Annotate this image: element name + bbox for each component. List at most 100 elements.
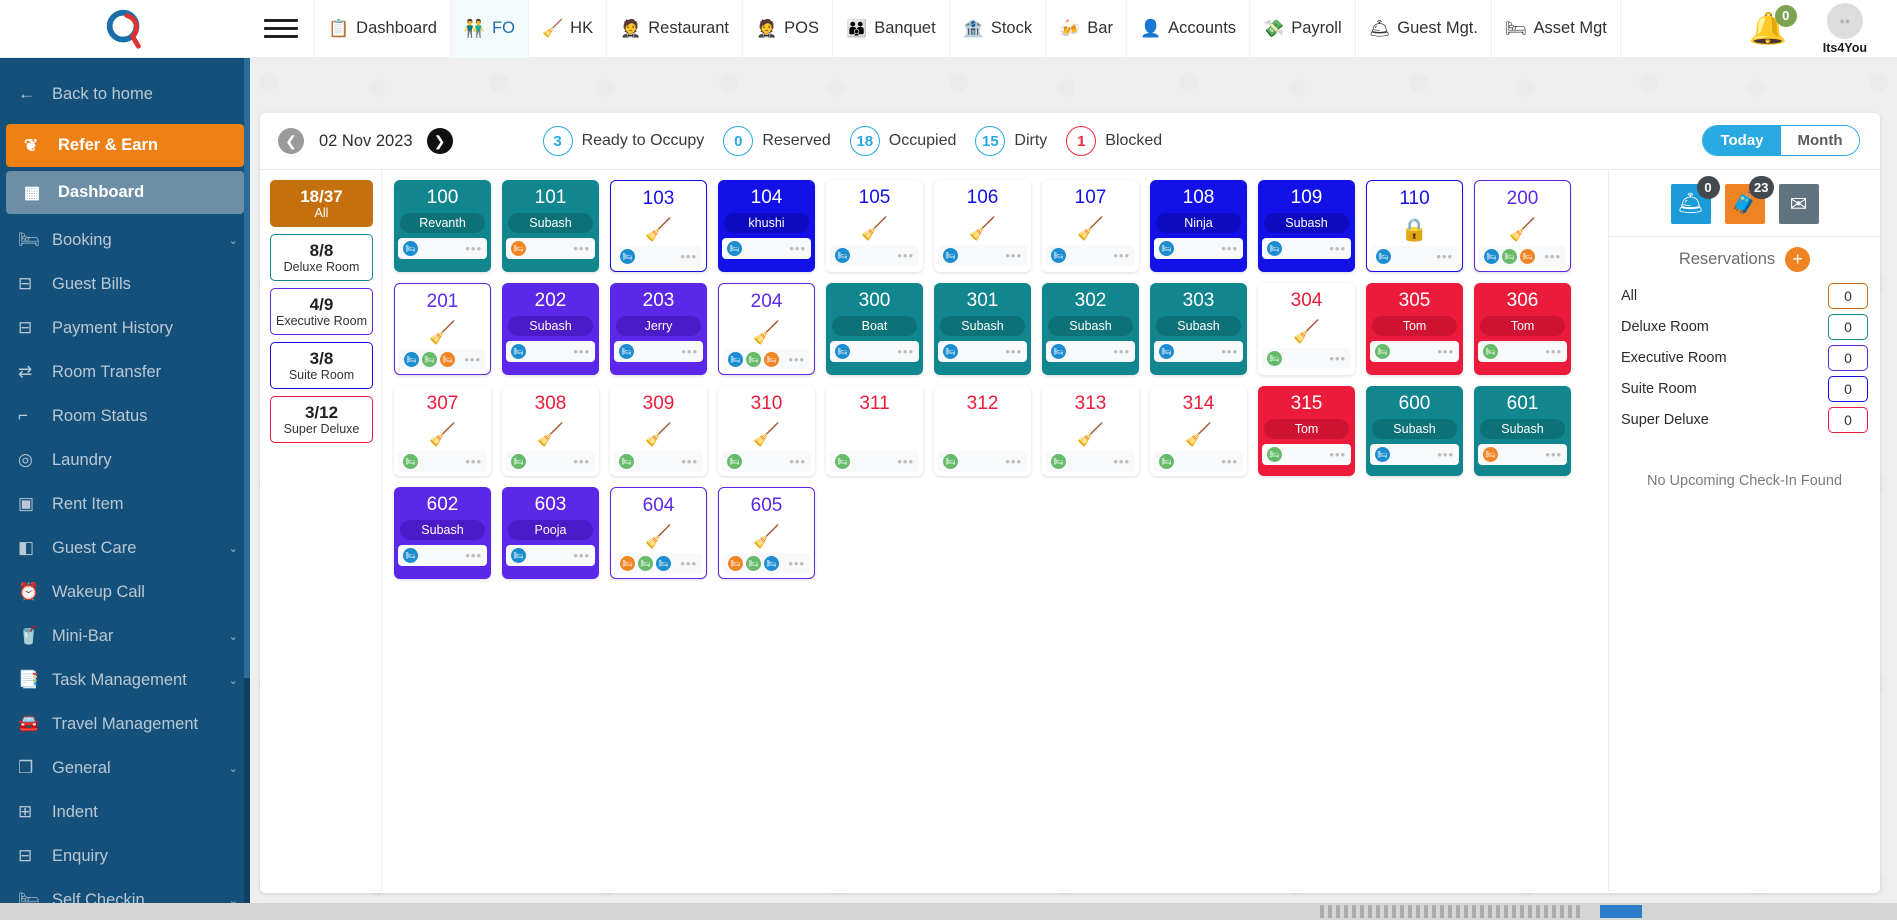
bed-status-icon[interactable]: 🛏 [511, 241, 526, 256]
room-card[interactable]: 600 Subash 🛏 ••• [1366, 386, 1463, 476]
sidebar-item-general[interactable]: ❐ General ⌄ [0, 746, 250, 790]
bed-status-icon[interactable]: 🛏 [619, 454, 634, 469]
bed-status-icon[interactable]: 🛏 [943, 248, 958, 263]
status-chip-reserved[interactable]: 0 Reserved [723, 126, 831, 156]
bed-status-icon[interactable]: 🛏 [1159, 454, 1174, 469]
bed-status-icon[interactable]: 🛏 [403, 241, 418, 256]
sidebar-item-room-transfer[interactable]: ⇄ Room Transfer [0, 350, 250, 394]
room-options-menu-icon[interactable]: ••• [573, 344, 590, 359]
bed-status-icon[interactable]: 🛏 [728, 556, 743, 571]
reservation-row-executive-room[interactable]: Executive Room 0 [1619, 343, 1870, 373]
status-chip-ready-to-occupy[interactable]: 3 Ready to Occupy [542, 126, 704, 156]
room-type-filter-executive-room[interactable]: 4/9 Executive Room [270, 288, 373, 335]
room-options-menu-icon[interactable]: ••• [680, 556, 697, 571]
sidebar-item-wakeup-call[interactable]: ⏰ Wakeup Call [0, 570, 250, 614]
bed-status-icon[interactable]: 🛏 [403, 454, 418, 469]
bed-status-icon[interactable]: 🛏 [1502, 249, 1517, 264]
room-card[interactable]: 304 🧹 🛏 ••• [1258, 283, 1355, 375]
room-options-menu-icon[interactable]: ••• [1545, 447, 1562, 462]
room-card[interactable]: 200 🧹 🛏 🛏 🛏 ••• [1474, 180, 1571, 272]
bed-status-icon[interactable]: 🛏 [422, 352, 437, 367]
room-card[interactable]: 104 khushi 🛏 ••• [718, 180, 815, 272]
sidebar-scroll-thumb[interactable] [244, 58, 250, 678]
room-card[interactable]: 311 🛏 ••• [826, 386, 923, 476]
room-options-menu-icon[interactable]: ••• [1113, 454, 1130, 469]
bed-status-icon[interactable]: 🛏 [764, 556, 779, 571]
room-options-menu-icon[interactable]: ••• [573, 241, 590, 256]
room-options-menu-icon[interactable]: ••• [1005, 248, 1022, 263]
nav-tab-fo[interactable]: 👬 FO [450, 0, 529, 58]
bed-status-icon[interactable]: 🛏 [656, 556, 671, 571]
room-options-menu-icon[interactable]: ••• [1437, 344, 1454, 359]
today-view-button[interactable]: Today [1703, 126, 1781, 155]
room-options-menu-icon[interactable]: ••• [1545, 344, 1562, 359]
bed-status-icon[interactable]: 🛏 [620, 556, 635, 571]
room-options-menu-icon[interactable]: ••• [1329, 351, 1346, 366]
room-options-menu-icon[interactable]: ••• [1436, 249, 1453, 264]
bed-status-icon[interactable]: 🛏 [1483, 447, 1498, 462]
sidebar-item-room-status[interactable]: ⌐ Room Status [0, 394, 250, 438]
bed-status-icon[interactable]: 🛏 [764, 352, 779, 367]
reservation-row-all[interactable]: All 0 [1619, 281, 1870, 311]
room-options-menu-icon[interactable]: ••• [789, 454, 806, 469]
status-chip-dirty[interactable]: 15 Dirty [975, 126, 1047, 156]
user-menu[interactable]: ●● Its4You [1823, 2, 1867, 55]
sidebar-item-dashboard[interactable]: ▦ Dashboard [6, 171, 244, 214]
bed-status-icon[interactable]: 🛏 [1159, 344, 1174, 359]
room-card[interactable]: 305 Tom 🛏 ••• [1366, 283, 1463, 375]
room-options-menu-icon[interactable]: ••• [465, 548, 482, 563]
nav-tab-restaurant[interactable]: 🤵 Restaurant [607, 0, 743, 58]
room-card[interactable]: 106 🧹 🛏 ••• [934, 180, 1031, 272]
bed-status-icon[interactable]: 🛏 [1520, 249, 1535, 264]
room-card[interactable]: 306 Tom 🛏 ••• [1474, 283, 1571, 375]
bed-status-icon[interactable]: 🛏 [1267, 447, 1282, 462]
room-options-menu-icon[interactable]: ••• [1113, 248, 1130, 263]
room-card[interactable]: 312 🛏 ••• [934, 386, 1031, 476]
room-options-menu-icon[interactable]: ••• [897, 344, 914, 359]
previous-day-button[interactable]: ❮ [278, 128, 304, 154]
bed-status-icon[interactable]: 🛏 [943, 344, 958, 359]
room-card[interactable]: 108 Ninja 🛏 ••• [1150, 180, 1247, 272]
room-options-menu-icon[interactable]: ••• [897, 454, 914, 469]
next-day-button[interactable]: ❯ [426, 128, 453, 154]
nav-tab-pos[interactable]: 🤵 POS [743, 0, 834, 58]
add-reservation-button[interactable]: + [1785, 246, 1811, 272]
bed-status-icon[interactable]: 🛏 [403, 548, 418, 563]
sidebar-item-back-to-home[interactable]: ← Back to home [0, 72, 250, 116]
room-card[interactable]: 105 🧹 🛏 ••• [826, 180, 923, 272]
month-view-button[interactable]: Month [1781, 126, 1859, 155]
bed-status-icon[interactable]: 🛏 [835, 248, 850, 263]
sidebar-item-payment-history[interactable]: ⊟ Payment History [0, 306, 250, 350]
room-card[interactable]: 303 Subash 🛏 ••• [1150, 283, 1247, 375]
room-type-filter-all[interactable]: 18/37 All [270, 180, 373, 227]
bed-status-icon[interactable]: 🛏 [1483, 344, 1498, 359]
bed-status-icon[interactable]: 🛏 [404, 352, 419, 367]
room-card[interactable]: 602 Subash 🛏 ••• [394, 487, 491, 579]
room-card[interactable]: 310 🧹 🛏 ••• [718, 386, 815, 476]
sidebar-item-task-management[interactable]: 📑 Task Management ⌄ [0, 658, 250, 702]
nav-tab-payroll[interactable]: 💸 Payroll [1250, 0, 1356, 58]
room-options-menu-icon[interactable]: ••• [1544, 249, 1561, 264]
bed-status-icon[interactable]: 🛏 [620, 249, 635, 264]
room-options-menu-icon[interactable]: ••• [681, 344, 698, 359]
bed-status-icon[interactable]: 🛏 [727, 241, 742, 256]
room-options-menu-icon[interactable]: ••• [573, 454, 590, 469]
bed-status-icon[interactable]: 🛏 [1267, 351, 1282, 366]
bed-status-icon[interactable]: 🛏 [1376, 249, 1391, 264]
bed-status-icon[interactable]: 🛏 [943, 454, 958, 469]
room-card[interactable]: 603 Pooja 🛏 ••• [502, 487, 599, 579]
status-chip-occupied[interactable]: 18 Occupied [849, 126, 956, 156]
nav-tab-hk[interactable]: 🧹 HK [529, 0, 608, 58]
sidebar-scrollbar[interactable] [244, 58, 250, 920]
bed-status-icon[interactable]: 🛏 [1375, 344, 1390, 359]
nav-tab-accounts[interactable]: 👤 Accounts [1127, 0, 1251, 58]
room-card[interactable]: 107 🧹 🛏 ••• [1042, 180, 1139, 272]
room-options-menu-icon[interactable]: ••• [681, 454, 698, 469]
status-chip-blocked[interactable]: 1 Blocked [1066, 126, 1162, 156]
bed-status-icon[interactable]: 🛏 [835, 344, 850, 359]
room-card[interactable]: 309 🧹 🛏 ••• [610, 386, 707, 476]
room-card[interactable]: 313 🧹 🛏 ••• [1042, 386, 1139, 476]
bed-status-icon[interactable]: 🛏 [619, 344, 634, 359]
room-options-menu-icon[interactable]: ••• [573, 548, 590, 563]
room-options-menu-icon[interactable]: ••• [1113, 344, 1130, 359]
